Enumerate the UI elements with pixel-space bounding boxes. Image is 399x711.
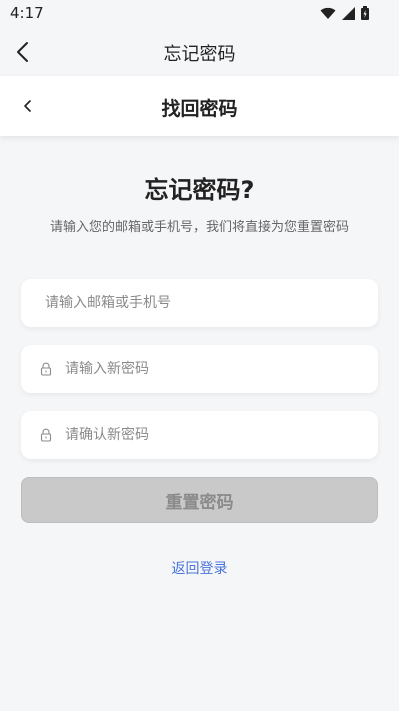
email-phone-input[interactable] — [43, 294, 378, 312]
lock-icon — [40, 428, 52, 442]
email-phone-field[interactable] — [21, 279, 378, 327]
status-time: 4:17 — [10, 4, 44, 22]
status-icons — [320, 6, 369, 20]
app-title: 忘记密码 — [163, 44, 236, 65]
wifi-icon — [320, 7, 336, 19]
confirm-password-field[interactable] — [21, 411, 378, 459]
reset-password-button[interactable]: 重置密码 — [21, 477, 378, 523]
app-header: 忘记密码 — [0, 28, 399, 76]
card-header: 找回密码 — [0, 76, 399, 136]
page-heading: 忘记密码? — [144, 176, 255, 204]
back-to-login-link[interactable]: 返回登录 — [0, 558, 399, 578]
battery-icon — [361, 6, 369, 20]
new-password-input[interactable] — [63, 360, 378, 378]
new-password-field[interactable] — [21, 345, 378, 393]
lock-icon — [40, 362, 52, 376]
page-subtext: 请输入您的邮箱或手机号，我们将直接为您重置密码 — [49, 220, 349, 235]
card-title: 找回密码 — [161, 98, 238, 120]
status-bar: 4:17 — [0, 0, 399, 28]
confirm-password-input[interactable] — [63, 426, 378, 444]
signal-icon — [342, 6, 355, 20]
